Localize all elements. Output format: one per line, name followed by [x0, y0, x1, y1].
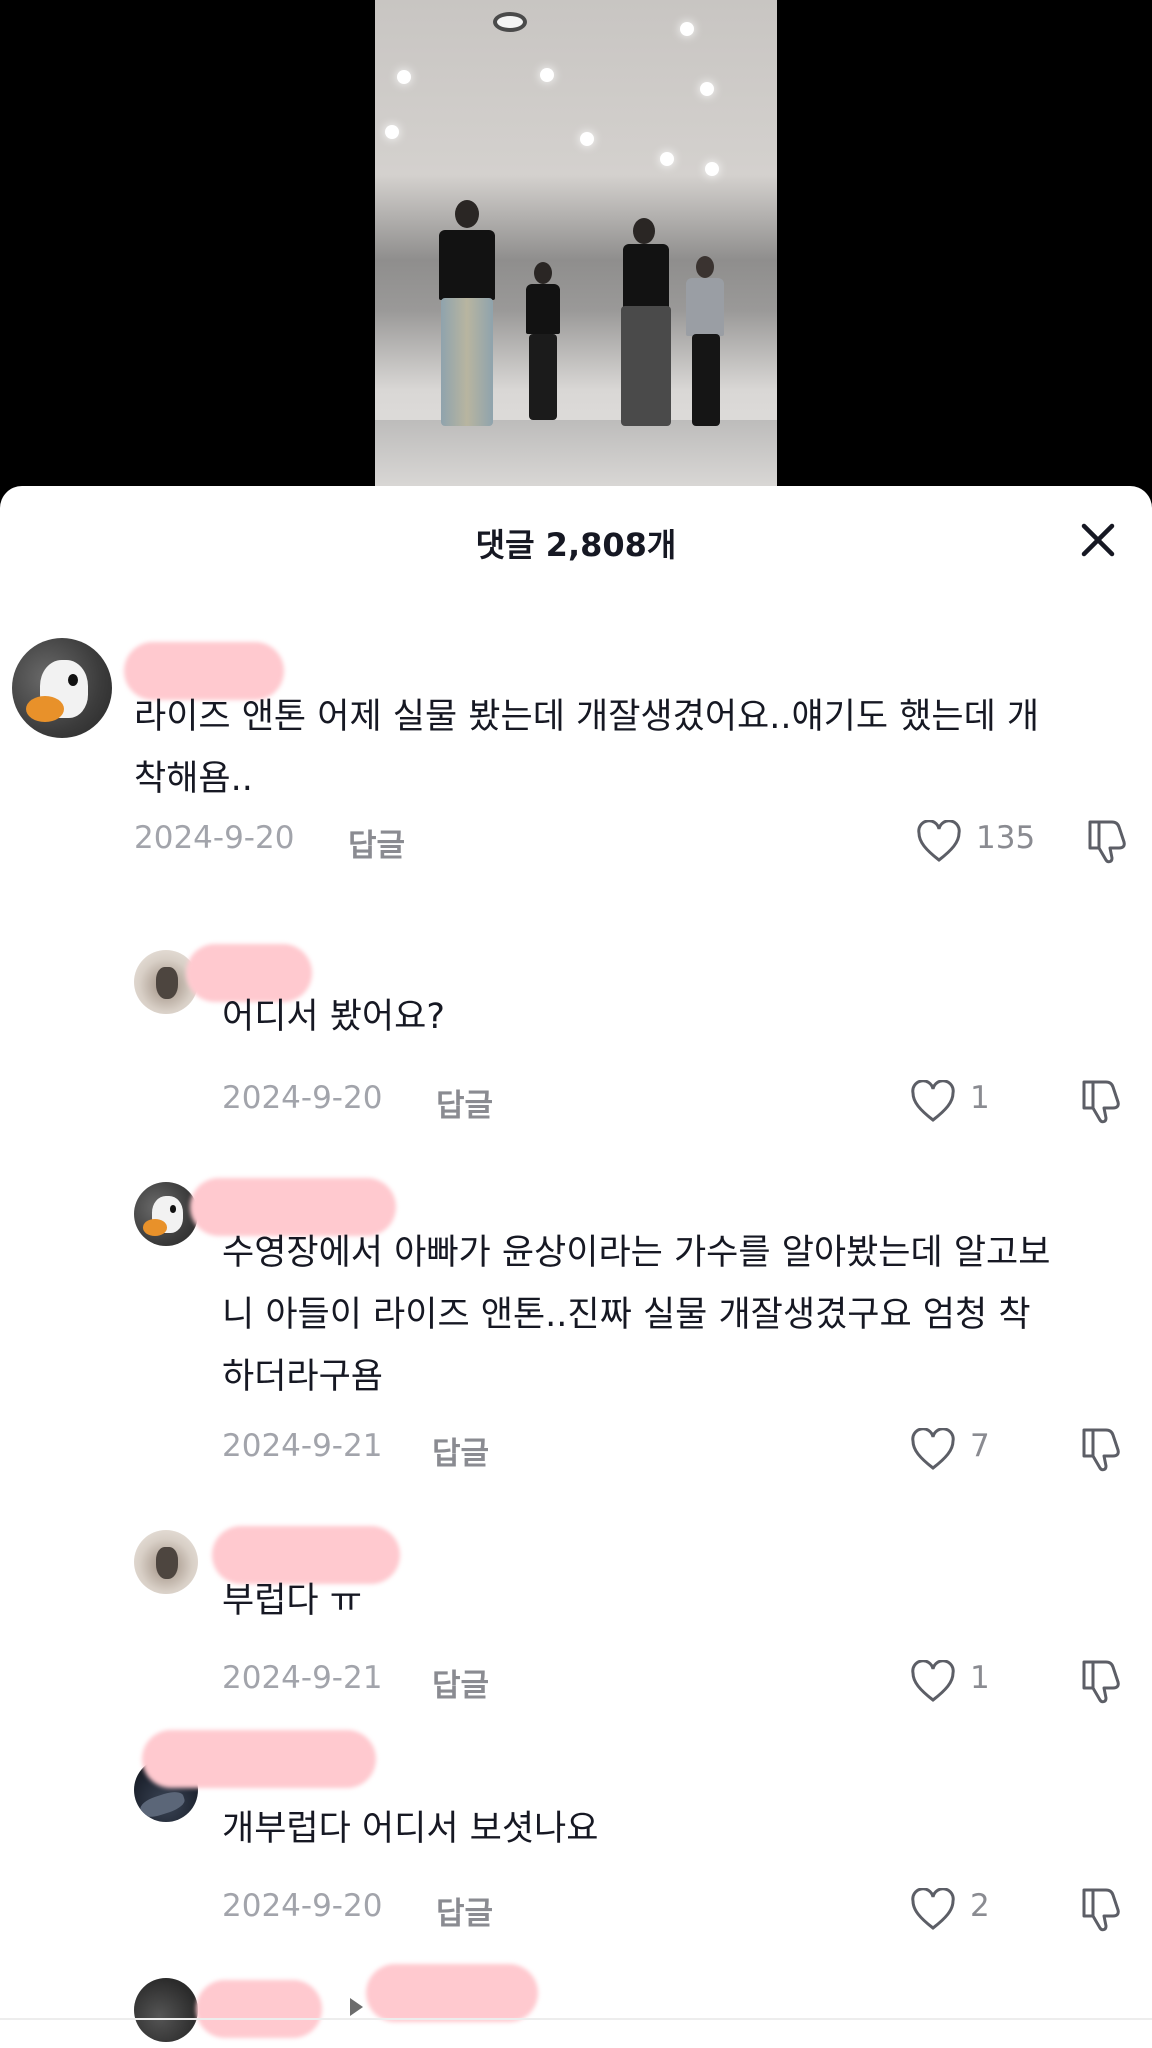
username-redacted[interactable]: [142, 1730, 376, 1788]
comments-header: 댓글 2,808개: [0, 486, 1152, 598]
comment-text: 어디서 봤어요?: [222, 997, 445, 1037]
username-redacted[interactable]: [366, 1964, 538, 2022]
heart-icon[interactable]: [916, 820, 962, 864]
dislike-icon[interactable]: [1076, 1884, 1126, 1934]
comment-text: 수영장에서 아빠가 윤상이라는 가수를 알아봤는데 알고보 니 아들이 라이즈 …: [222, 1233, 1051, 1397]
like-count: 2: [970, 1888, 990, 1924]
ceiling-light: [660, 152, 674, 166]
ceiling-light: [700, 82, 714, 96]
like-count: 135: [976, 820, 1036, 856]
reply-item: 개부럽다 어디서 보셧나요 2024-9-20 답글 2: [0, 1730, 1152, 1958]
user-avatar[interactable]: [134, 1182, 198, 1246]
ceiling-light: [385, 125, 399, 139]
heart-icon[interactable]: [910, 1660, 956, 1704]
comment-date: 2024-9-20: [222, 1888, 383, 1924]
reply-button[interactable]: 답글: [432, 1660, 489, 1705]
reply-button[interactable]: 답글: [436, 1080, 493, 1125]
ceiling-light: [493, 12, 527, 32]
video-thumbnail[interactable]: [375, 0, 777, 500]
reply-arrow-icon: [350, 1998, 363, 2016]
comment-text: 라이즈 앤톤 어제 실물 봤는데 개잘생겼어요..얘기도 했는데 개 착해욤..: [134, 697, 1040, 799]
reply-item: 어디서 봤어요? 2024-9-20 답글 1: [0, 944, 1152, 1150]
user-avatar[interactable]: [134, 1530, 198, 1594]
comments-count-title: 댓글 2,808개: [475, 526, 677, 564]
reply-button[interactable]: 답글: [348, 820, 405, 865]
user-avatar[interactable]: [134, 1978, 198, 2042]
heart-icon[interactable]: [910, 1428, 956, 1472]
like-count: 1: [970, 1080, 990, 1116]
comment-date: 2024-9-20: [134, 820, 295, 856]
dislike-icon[interactable]: [1076, 1656, 1126, 1706]
username-redacted[interactable]: [196, 1980, 322, 2038]
comment-date: 2024-9-20: [222, 1080, 383, 1116]
reply-item: 부럽다 ㅠ 2024-9-21 답글 1: [0, 1526, 1152, 1730]
dancer-figure: [680, 256, 730, 428]
ceiling-light: [540, 68, 554, 82]
reply-item: 수영장에서 아빠가 윤상이라는 가수를 알아봤는데 알고보 니 아들이 라이즈 …: [0, 1178, 1152, 1512]
dislike-icon[interactable]: [1076, 1076, 1126, 1126]
heart-icon[interactable]: [910, 1080, 956, 1124]
ceiling-light: [397, 70, 411, 84]
comments-sheet: 댓글 2,808개 라이즈 앤톤 어제 실물 봤는데 개잘생겼어요..얘기도 했…: [0, 486, 1152, 2048]
like-count: 1: [970, 1660, 990, 1696]
ceiling-light: [705, 162, 719, 176]
comment-date: 2024-9-21: [222, 1660, 383, 1696]
reply-button[interactable]: 답글: [432, 1428, 489, 1473]
comment-item: 라이즈 앤톤 어제 실물 봤는데 개잘생겼어요..얘기도 했는데 개 착해욤..…: [0, 638, 1152, 888]
close-icon[interactable]: [1074, 516, 1122, 564]
video-player[interactable]: [0, 0, 1152, 500]
heart-icon[interactable]: [910, 1888, 956, 1932]
dancer-figure: [520, 262, 566, 422]
ceiling-light: [580, 132, 594, 146]
reply-item-partial: [0, 1964, 1152, 2048]
dislike-icon[interactable]: [1076, 1424, 1126, 1474]
reply-button[interactable]: 답글: [436, 1888, 493, 1933]
dancer-figure: [427, 200, 507, 430]
dislike-icon[interactable]: [1082, 816, 1132, 866]
divider: [0, 2018, 1152, 2020]
like-count: 7: [970, 1428, 990, 1464]
user-avatar[interactable]: [12, 638, 112, 738]
ceiling-light: [680, 22, 694, 36]
comment-text: 개부럽다 어디서 보셧나요: [222, 1809, 599, 1849]
comment-text: 부럽다 ㅠ: [222, 1581, 362, 1621]
dancer-figure: [613, 218, 677, 428]
comment-date: 2024-9-21: [222, 1428, 383, 1464]
